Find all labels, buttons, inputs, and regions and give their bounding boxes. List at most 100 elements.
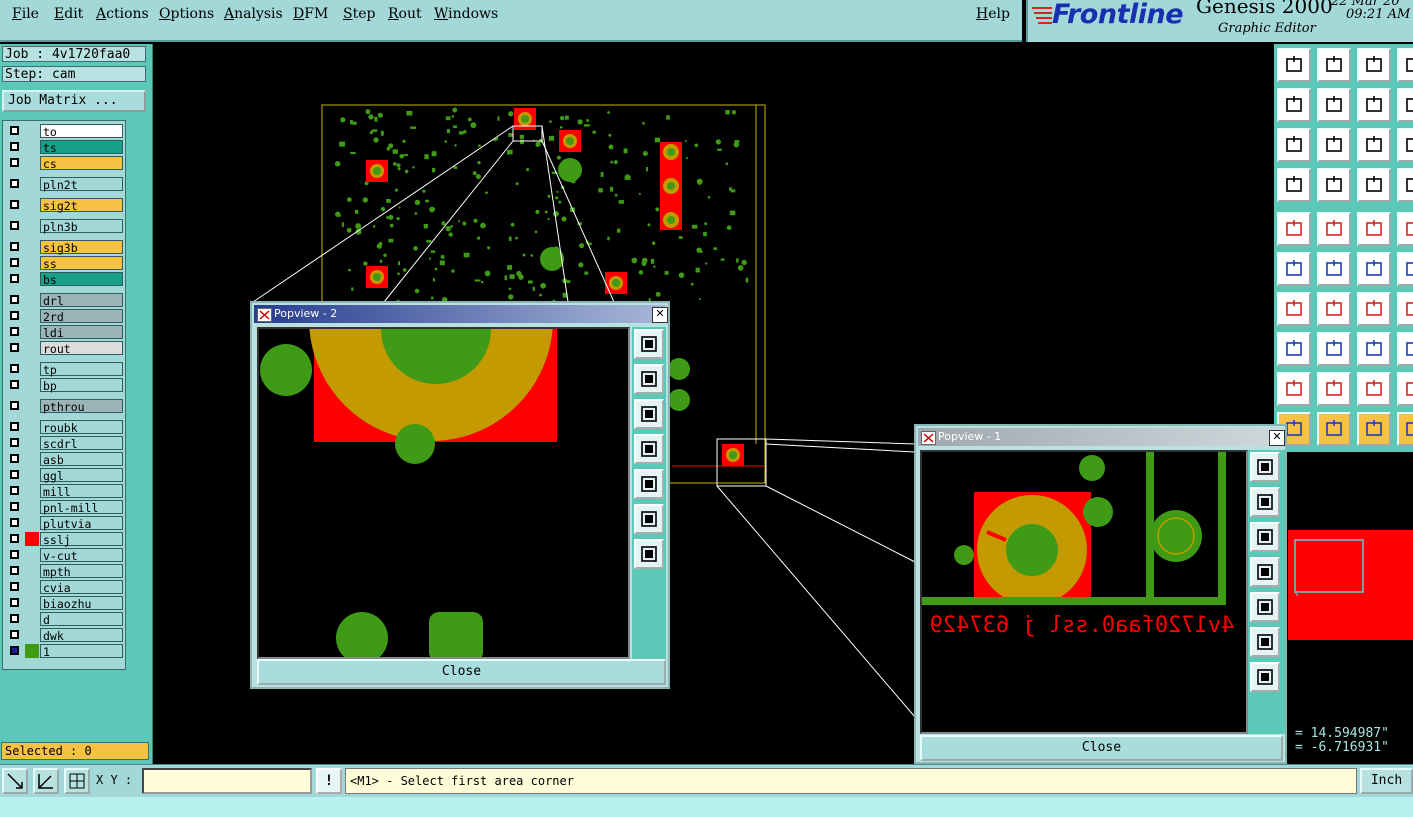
layer-row[interactable]: plutvia — [5, 516, 123, 531]
layer-row[interactable]: pthrou — [5, 399, 123, 414]
layer-checkbox[interactable] — [10, 380, 19, 389]
layer-checkbox[interactable] — [10, 158, 19, 167]
line-add-icon[interactable] — [1317, 212, 1351, 246]
move-down-icon[interactable] — [634, 399, 664, 429]
pad-add-icon[interactable] — [1277, 212, 1311, 246]
layer-checkbox[interactable] — [10, 311, 19, 320]
layer-checkbox[interactable] — [10, 242, 19, 251]
home-icon[interactable] — [1357, 48, 1391, 82]
tri-icon[interactable] — [1277, 372, 1311, 406]
layer-checkbox[interactable] — [10, 646, 19, 655]
window-menu-icon[interactable] — [257, 308, 272, 322]
layer-checkbox[interactable] — [10, 614, 19, 623]
zoom-fit-icon[interactable] — [1250, 452, 1280, 482]
tri-a-icon[interactable] — [1357, 372, 1391, 406]
slash-red-icon[interactable] — [1277, 292, 1311, 326]
menu-options[interactable]: Options — [159, 6, 214, 22]
layer-checkbox[interactable] — [10, 422, 19, 431]
snap-pt-icon[interactable] — [1357, 252, 1391, 286]
popview-2-titlebar[interactable]: Popview - 2 ✕ — [254, 305, 668, 323]
layer-checkbox[interactable] — [10, 486, 19, 495]
window-menu-icon[interactable] — [921, 431, 936, 445]
snap-icon[interactable] — [2, 768, 28, 794]
pointer-shield-icon[interactable] — [1357, 412, 1391, 446]
traffic-light-icon[interactable] — [1357, 168, 1391, 202]
move-up-icon[interactable] — [634, 364, 664, 394]
layer-row[interactable]: ts — [5, 140, 123, 155]
center-icon[interactable] — [1317, 128, 1351, 162]
zoom-in-icon[interactable] — [1250, 662, 1280, 692]
layer-checkbox[interactable] — [10, 438, 19, 447]
move-right-icon[interactable] — [1317, 88, 1351, 122]
layer-row[interactable]: v-cut — [5, 548, 123, 563]
angle-icon[interactable] — [33, 768, 59, 794]
move-down-icon[interactable] — [1317, 48, 1351, 82]
layer-checkbox[interactable] — [10, 274, 19, 283]
zoom-out-icon[interactable] — [1250, 627, 1280, 657]
connect-icon[interactable] — [1277, 252, 1311, 286]
layer-row[interactable]: dwk — [5, 628, 123, 643]
close-icon[interactable]: ✕ — [1269, 430, 1285, 446]
layer-row[interactable]: bp — [5, 378, 123, 393]
layer-checkbox[interactable] — [10, 454, 19, 463]
menu-rout[interactable]: Rout — [388, 6, 422, 22]
ruler-icon[interactable] — [1357, 212, 1391, 246]
units-button[interactable]: Inch — [1360, 768, 1413, 794]
layer-checkbox[interactable] — [10, 295, 19, 304]
menu-actions[interactable]: Actions — [96, 6, 149, 22]
layer-checkbox[interactable] — [10, 534, 19, 543]
layer-row[interactable]: ss — [5, 256, 123, 271]
layer-row[interactable]: ldi — [5, 325, 123, 340]
layer-checkbox[interactable] — [10, 142, 19, 151]
layer-row[interactable]: mpth — [5, 564, 123, 579]
home2-icon[interactable] — [1397, 48, 1413, 82]
layer-row[interactable]: ggl — [5, 468, 123, 483]
move-left-icon[interactable] — [634, 434, 664, 464]
layer-row[interactable]: pnl-mill — [5, 500, 123, 515]
return2-icon[interactable] — [1397, 88, 1413, 122]
scale-icon[interactable] — [1357, 128, 1391, 162]
exclamation-button[interactable]: ! — [316, 768, 342, 794]
move-left-icon[interactable] — [1277, 88, 1311, 122]
popview-1-close-button[interactable]: Close — [920, 735, 1283, 761]
menu-edit[interactable]: Edit — [54, 6, 83, 22]
layer-checkbox[interactable] — [10, 200, 19, 209]
popview-1-view[interactable]: 4v1720faa0.ssl j 637429 — [920, 450, 1248, 734]
layer-row[interactable]: bs — [5, 272, 123, 287]
measure-icon[interactable] — [1317, 332, 1351, 366]
menu-help[interactable]: Help — [976, 6, 1010, 22]
tri-select-icon[interactable] — [1317, 372, 1351, 406]
layer-checkbox[interactable] — [10, 550, 19, 559]
layer-row[interactable]: cvia — [5, 580, 123, 595]
layer-row[interactable]: 1 — [5, 644, 123, 659]
layer-checkbox[interactable] — [10, 518, 19, 527]
layer-checkbox[interactable] — [10, 221, 19, 230]
popview-2-view[interactable] — [257, 327, 630, 659]
pointer-shield2-icon[interactable] — [1397, 412, 1413, 446]
popview-2-window[interactable]: Popview - 2 ✕ Close — [250, 301, 670, 689]
cross-icon[interactable] — [1317, 252, 1351, 286]
layer-checkbox[interactable] — [10, 401, 19, 410]
snap-pt2-icon[interactable] — [1397, 252, 1413, 286]
net-icon[interactable] — [1277, 332, 1311, 366]
move-right-icon[interactable] — [1250, 592, 1280, 622]
layer-row[interactable]: biaozhu — [5, 596, 123, 611]
move-down-icon[interactable] — [1250, 522, 1280, 552]
zoom-in-icon[interactable] — [634, 539, 664, 569]
frame-icon[interactable] — [1397, 212, 1413, 246]
scale2-icon[interactable] — [1397, 128, 1413, 162]
layer-checkbox[interactable] — [10, 566, 19, 575]
tri-a2-icon[interactable] — [1397, 372, 1413, 406]
layer-row[interactable]: sig3b — [5, 240, 123, 255]
layer-row[interactable]: pln3b — [5, 219, 123, 234]
xy-input[interactable] — [142, 768, 312, 794]
layer-row[interactable]: mill — [5, 484, 123, 499]
layer-row[interactable]: roubk — [5, 420, 123, 435]
zoom-out-icon[interactable] — [634, 504, 664, 534]
layer-row[interactable]: d — [5, 612, 123, 627]
layer-row[interactable]: tp — [5, 362, 123, 377]
popview-1-window[interactable]: Popview - 1 ✕ 4v1720faa0.ssl j 637429 Cl… — [914, 424, 1287, 764]
popview-1-titlebar[interactable]: Popview - 1 ✕ — [918, 428, 1285, 446]
move-up-icon[interactable] — [1277, 48, 1311, 82]
move-up-icon[interactable] — [1250, 487, 1280, 517]
